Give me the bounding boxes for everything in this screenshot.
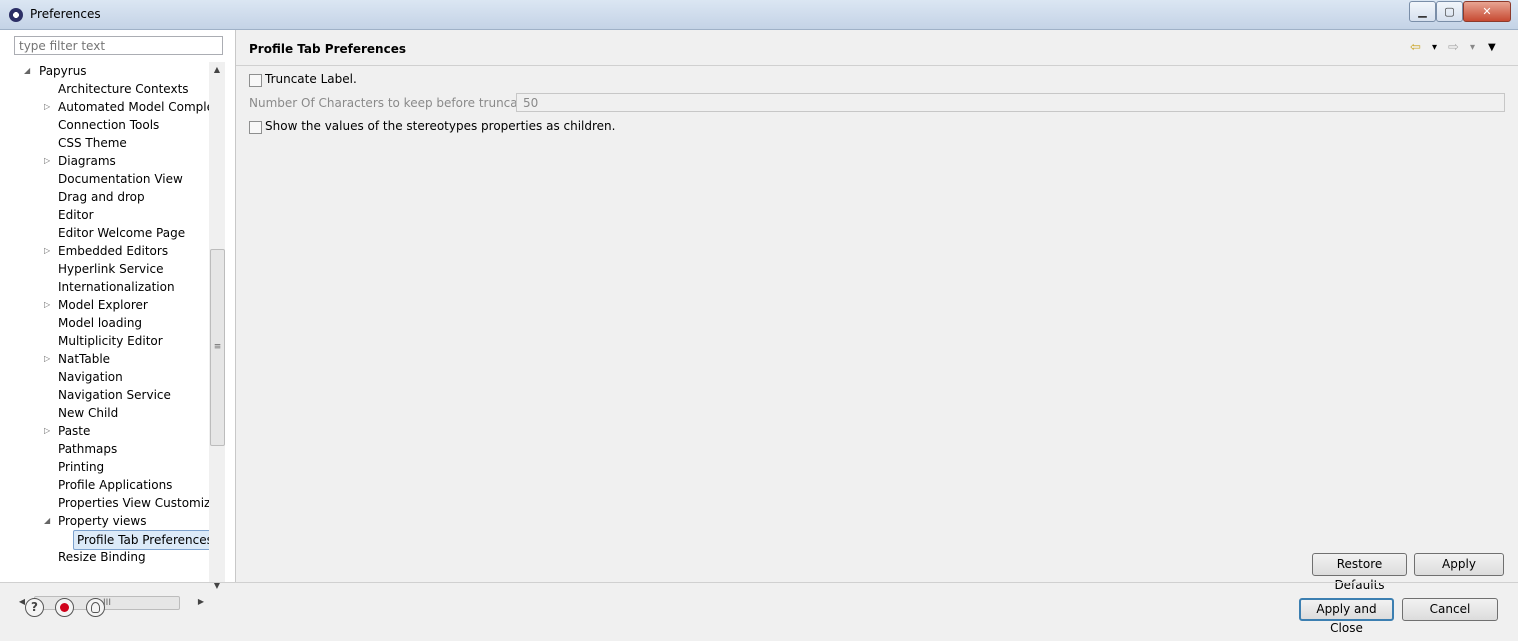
bulb-shape (91, 602, 100, 613)
forward-arrow-icon[interactable]: ⇨ (1448, 40, 1459, 55)
preference-tree: ◢ Papyrus Architecture Contexts ▷ Automate… (14, 62, 209, 594)
truncate-label-checkbox[interactable] (249, 74, 262, 87)
chars-to-keep-field[interactable]: 50 (516, 93, 1505, 112)
tree-item-label: Properties View Customizatio (58, 496, 209, 510)
apply-button[interactable]: Apply (1414, 553, 1504, 576)
tree-item-label: Internationalization (58, 280, 175, 294)
preferences-tree-panel: ◢ Papyrus Architecture Contexts ▷ Automate… (0, 30, 236, 610)
window-title: Preferences (30, 7, 101, 21)
collapsed-arrow-icon[interactable]: ▷ (44, 422, 50, 440)
tree-item-label: Embedded Editors (58, 244, 169, 258)
expanded-arrow-icon[interactable]: ◢ (24, 62, 30, 80)
scroll-thumb[interactable]: ≡ (210, 249, 225, 446)
collapsed-arrow-icon[interactable]: ▷ (44, 350, 50, 368)
tree-item-label: Navigation Service (58, 388, 171, 402)
collapsed-arrow-icon[interactable]: ▷ (44, 242, 50, 260)
show-stereotype-values-text: Show the values of the stereotypes prope… (265, 119, 616, 133)
tree-item-label: Pathmaps (58, 442, 118, 456)
view-menu-icon[interactable]: ▼ (1488, 42, 1496, 53)
tree-item-label: Property views (58, 514, 147, 528)
footer-separator (0, 582, 1518, 583)
close-button[interactable]: ✕ (1463, 1, 1511, 22)
tree-item-label: CSS Theme (58, 136, 127, 150)
scroll-right-icon[interactable]: ▶ (193, 594, 209, 610)
tree-item-label: Automated Model Completi (58, 100, 209, 114)
tree-item-label: Hyperlink Service (58, 262, 164, 276)
tree-item-label: Editor Welcome Page (58, 226, 186, 240)
collapsed-arrow-icon[interactable]: ▷ (44, 296, 50, 314)
tree-item-label: Profile Applications (58, 478, 173, 492)
tree-item-label: Printing (58, 460, 105, 474)
expanded-arrow-icon[interactable]: ◢ (44, 512, 50, 530)
collapsed-arrow-icon[interactable]: ▷ (44, 98, 50, 116)
record-dot (60, 603, 69, 612)
apply-and-close-button[interactable]: Apply and Close (1299, 598, 1394, 635)
forward-history-dropdown-icon[interactable]: ▾ (1470, 42, 1475, 53)
tree-item-label: Model Explorer (58, 298, 148, 312)
back-arrow-icon[interactable]: ⇦ (1410, 40, 1421, 55)
record-macro-icon[interactable] (55, 598, 74, 617)
eclipse-icon (9, 8, 23, 22)
tree-item-label: Model loading (58, 316, 143, 330)
truncate-label-text: Truncate Label. (265, 72, 357, 86)
tree-item-label: Navigation (58, 370, 123, 384)
tree-item-label: Documentation View (58, 172, 183, 186)
tree-item-label: Multiplicity Editor (58, 334, 163, 348)
page-title: Profile Tab Preferences (249, 42, 406, 56)
scroll-down-icon[interactable]: ▼ (209, 578, 225, 594)
filter-input[interactable] (14, 36, 223, 55)
tree-item-label: Resize Binding (58, 550, 146, 564)
cancel-button[interactable]: Cancel (1402, 598, 1498, 621)
tree-item-label: Drag and drop (58, 190, 145, 204)
chars-to-keep-label: Number Of Characters to keep before trun… (249, 96, 545, 110)
show-stereotype-values-checkbox[interactable] (249, 121, 262, 134)
tree-item-label: New Child (58, 406, 119, 420)
collapsed-arrow-icon[interactable]: ▷ (44, 152, 50, 170)
tree-vertical-scrollbar[interactable]: ▲ ≡ ▼ (209, 62, 225, 594)
restore-defaults-button[interactable]: Restore Defaults (1312, 553, 1407, 592)
lightbulb-icon[interactable] (86, 598, 105, 617)
scroll-up-icon[interactable]: ▲ (209, 62, 225, 78)
scroll-grip-icon: ≡ (213, 342, 222, 352)
maximize-button[interactable]: ▢ (1436, 1, 1463, 22)
help-icon[interactable]: ? (25, 598, 44, 617)
tree-item-label: Papyrus (39, 64, 87, 78)
tree-item-label: Connection Tools (58, 118, 160, 132)
header-separator (236, 65, 1518, 66)
tree-item-label: Editor (58, 208, 94, 222)
title-bar: Preferences ▁ ▢ ✕ (0, 0, 1518, 30)
tree-item-label: NatTable (58, 352, 111, 366)
minimize-button[interactable]: ▁ (1409, 1, 1436, 22)
tree-item-label: Diagrams (58, 154, 116, 168)
back-history-dropdown-icon[interactable]: ▾ (1432, 42, 1437, 53)
tree-item-label: Profile Tab Preferences (73, 530, 209, 550)
tree-item-label: Architecture Contexts (58, 82, 189, 96)
tree-item-label: Paste (58, 424, 91, 438)
